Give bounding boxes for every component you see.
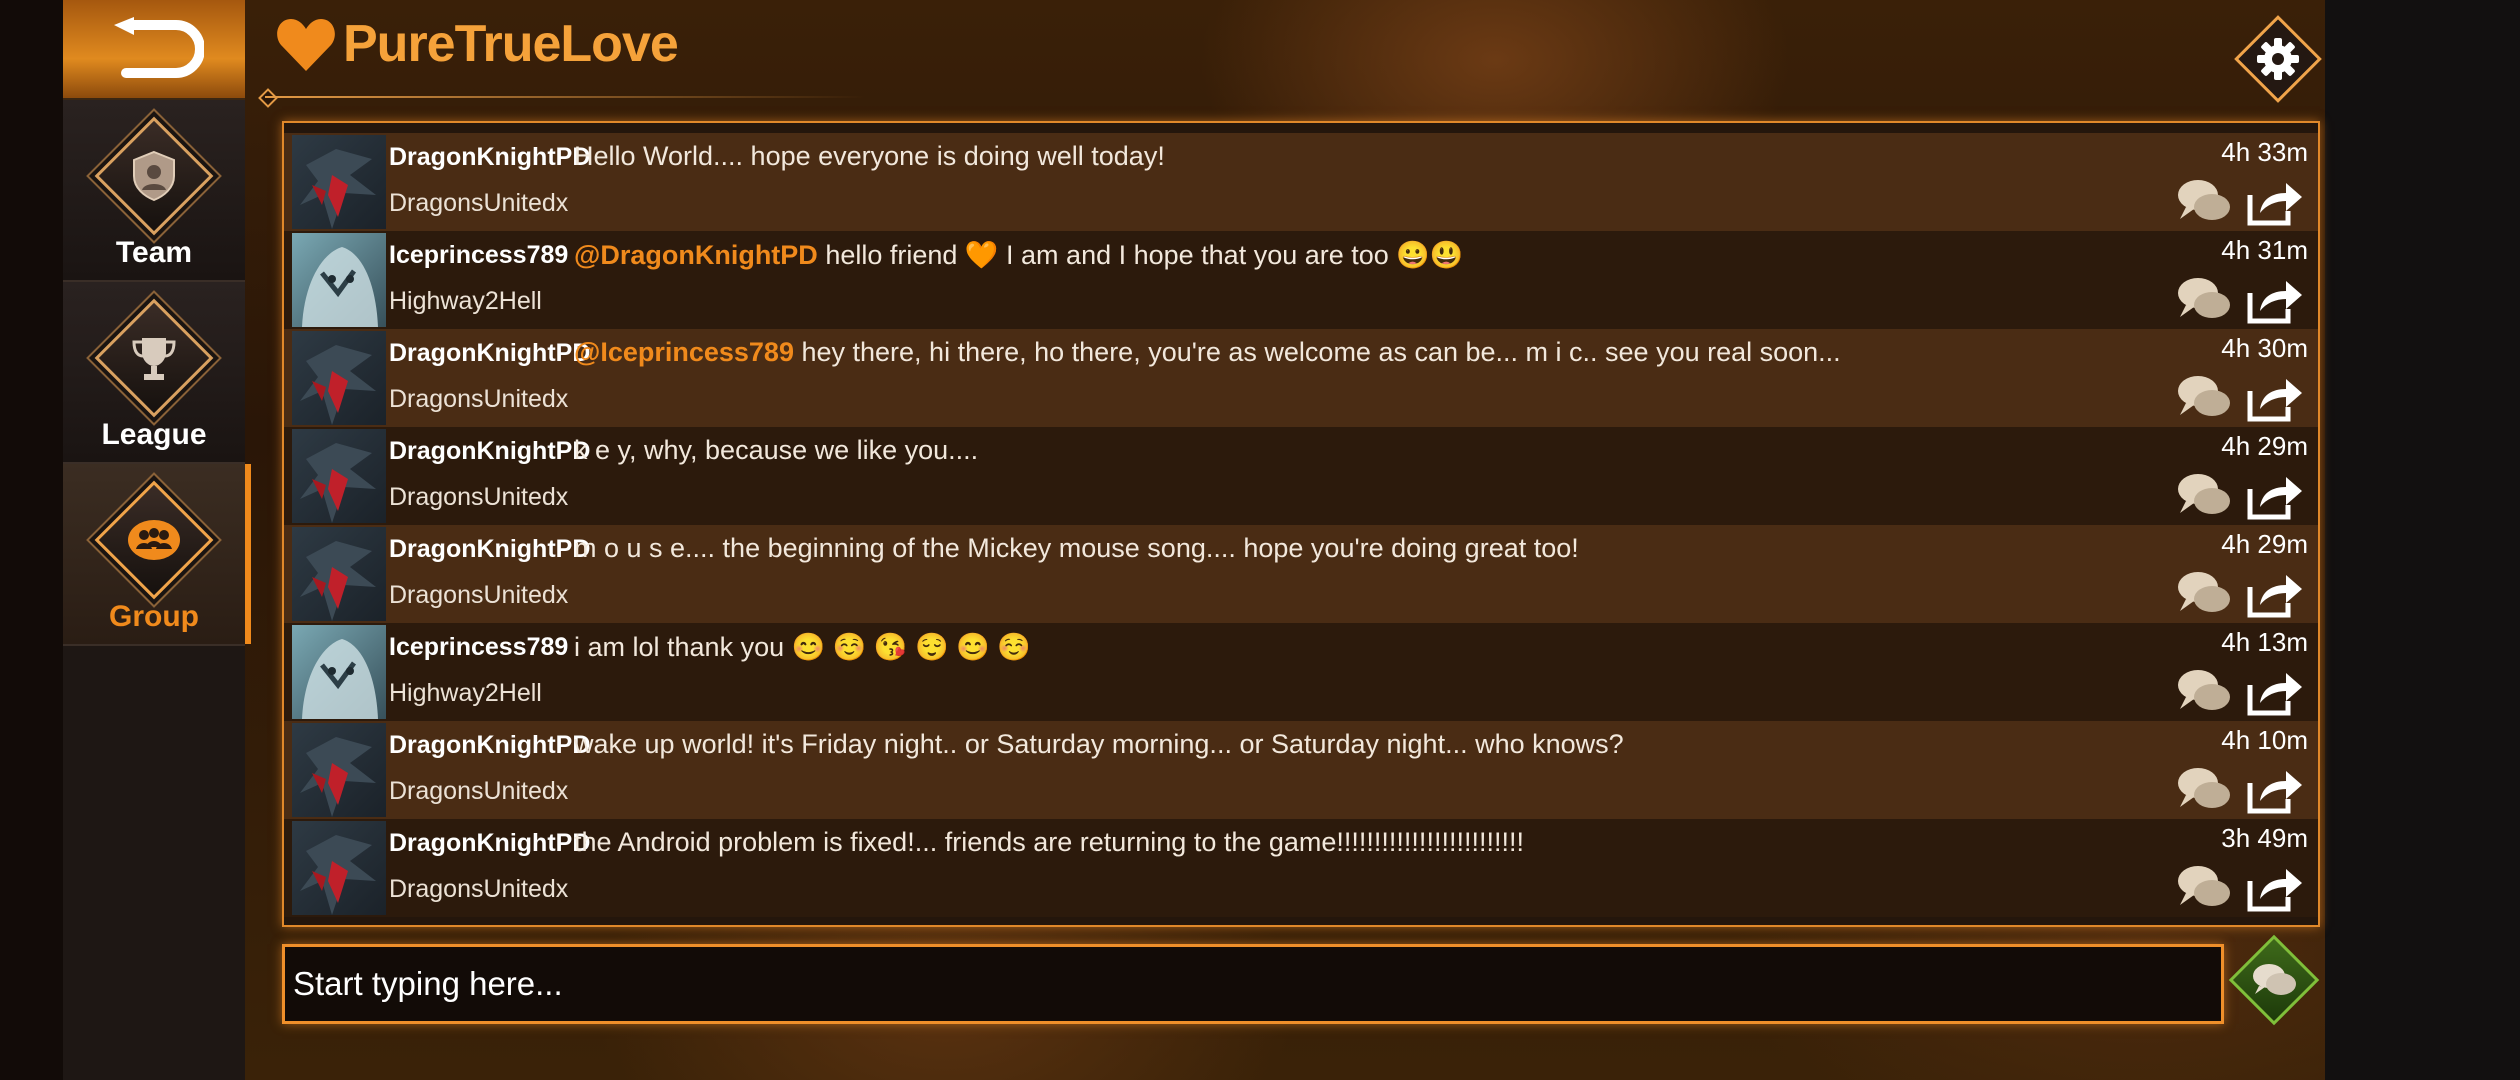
message-text: wake up world! it's Friday night.. or Sa… bbox=[574, 729, 1624, 760]
avatar[interactable] bbox=[292, 233, 386, 327]
message-timestamp: 4h 29m bbox=[2221, 431, 2308, 461]
nav-item-league[interactable]: League bbox=[63, 282, 245, 464]
share-icon[interactable] bbox=[2244, 177, 2304, 227]
message-username[interactable]: DragonKnightPD bbox=[389, 437, 590, 466]
heart-icon bbox=[277, 19, 335, 71]
group-people-icon bbox=[128, 520, 180, 560]
message-body: the Android problem is fixed!... friends… bbox=[574, 827, 1524, 857]
back-button[interactable] bbox=[63, 0, 245, 100]
message-timestamp: 3h 49m bbox=[2221, 823, 2308, 853]
message-body: m o u s e.... the beginning of the Micke… bbox=[574, 533, 1579, 563]
avatar[interactable] bbox=[292, 429, 386, 523]
message-text: @DragonKnightPD hello friend 🧡 I am and … bbox=[574, 239, 1464, 271]
message-body: Hello World.... hope everyone is doing w… bbox=[574, 141, 1165, 171]
share-icon[interactable] bbox=[2244, 667, 2304, 717]
message-timestamp: 4h 29m bbox=[2221, 529, 2308, 559]
reply-chat-icon[interactable] bbox=[2174, 273, 2234, 325]
back-arrow-icon bbox=[114, 17, 204, 78]
reply-chat-icon[interactable] bbox=[2174, 763, 2234, 815]
message-input[interactable] bbox=[285, 947, 2221, 1021]
chat-message-list[interactable]: DragonKnightPD DragonsUnitedx Hello World.… bbox=[282, 121, 2320, 927]
message-guild: Highway2Hell bbox=[389, 287, 542, 315]
message-input-box[interactable] bbox=[282, 944, 2224, 1024]
avatar[interactable] bbox=[292, 625, 386, 719]
message-text: Hello World.... hope everyone is doing w… bbox=[574, 141, 1165, 172]
message-body: i am lol thank you 😊 ☺️ 😘 😌 😊 ☺️ bbox=[574, 632, 1031, 662]
nav-item-team[interactable]: Team bbox=[63, 100, 245, 282]
chat-message-row[interactable]: DragonKnightPD DragonsUnitedx m o u s e...… bbox=[284, 525, 2318, 623]
share-icon[interactable] bbox=[2244, 863, 2304, 913]
message-timestamp: 4h 13m bbox=[2221, 627, 2308, 657]
avatar[interactable] bbox=[292, 331, 386, 425]
share-icon[interactable] bbox=[2244, 471, 2304, 521]
message-username[interactable]: DragonKnightPD bbox=[389, 143, 590, 172]
chat-message-row[interactable]: Iceprincess789 Highway2Hell i am lol thank… bbox=[284, 623, 2318, 721]
message-body: hey there, hi there, ho there, you're as… bbox=[801, 337, 1841, 367]
message-username[interactable]: DragonKnightPD bbox=[389, 829, 590, 858]
right-margin bbox=[2325, 0, 2520, 1080]
message-text: m o u s e.... the beginning of the Micke… bbox=[574, 533, 1579, 564]
nav-item-group[interactable]: Group bbox=[63, 464, 251, 646]
share-icon[interactable] bbox=[2244, 765, 2304, 815]
send-button[interactable] bbox=[2228, 934, 2320, 1026]
avatar[interactable] bbox=[292, 527, 386, 621]
message-text: @Iceprincess789 hey there, hi there, ho … bbox=[574, 337, 1841, 368]
reply-chat-icon[interactable] bbox=[2174, 371, 2234, 423]
message-body: wake up world! it's Friday night.. or Sa… bbox=[574, 729, 1624, 759]
chat-bubbles-icon bbox=[2253, 964, 2296, 995]
message-username[interactable]: Iceprincess789 bbox=[389, 241, 568, 270]
share-icon[interactable] bbox=[2244, 275, 2304, 325]
message-guild: Highway2Hell bbox=[389, 679, 542, 707]
message-body: hello friend 🧡 I am and I hope that you … bbox=[825, 240, 1464, 270]
reply-chat-icon[interactable] bbox=[2174, 469, 2234, 521]
message-text: the Android problem is fixed!... friends… bbox=[574, 827, 1524, 858]
chat-message-row[interactable]: DragonKnightPD DragonsUnitedx k e y, why, … bbox=[284, 427, 2318, 525]
message-guild: DragonsUnitedx bbox=[389, 385, 569, 413]
app-title: PureTrueLove bbox=[343, 15, 679, 73]
trophy-icon bbox=[132, 338, 176, 380]
avatar[interactable] bbox=[292, 723, 386, 817]
message-timestamp: 4h 10m bbox=[2221, 725, 2308, 755]
message-guild: DragonsUnitedx bbox=[389, 483, 569, 511]
message-timestamp: 4h 33m bbox=[2221, 137, 2308, 167]
message-text: k e y, why, because we like you.... bbox=[574, 435, 978, 466]
chat-message-row[interactable]: DragonKnightPD DragonsUnitedx @Iceprincess… bbox=[284, 329, 2318, 427]
message-guild: DragonsUnitedx bbox=[389, 777, 569, 805]
chat-message-row[interactable]: DragonKnightPD DragonsUnitedx wake up worl… bbox=[284, 721, 2318, 819]
nav-label-team: Team bbox=[115, 236, 193, 269]
message-guild: DragonsUnitedx bbox=[389, 189, 569, 217]
message-username[interactable]: DragonKnightPD bbox=[389, 535, 590, 564]
chat-message-row[interactable]: DragonKnightPD DragonsUnitedx the Android … bbox=[284, 819, 2318, 917]
reply-chat-icon[interactable] bbox=[2174, 665, 2234, 717]
message-username[interactable]: DragonKnightPD bbox=[389, 731, 590, 760]
message-username[interactable]: DragonKnightPD bbox=[389, 339, 590, 368]
message-body: k e y, why, because we like you.... bbox=[574, 435, 979, 465]
chat-message-row[interactable]: DragonKnightPD DragonsUnitedx Hello World.… bbox=[284, 133, 2318, 231]
avatar[interactable] bbox=[292, 135, 386, 229]
nav-label-group: Group bbox=[109, 600, 199, 633]
reply-chat-icon[interactable] bbox=[2174, 175, 2234, 227]
nav-label-league: League bbox=[101, 418, 207, 451]
app-logo: PureTrueLove bbox=[275, 14, 679, 74]
settings-button[interactable] bbox=[2234, 15, 2322, 103]
message-mention[interactable]: @DragonKnightPD bbox=[574, 240, 818, 270]
gear-icon bbox=[2257, 38, 2299, 80]
message-guild: DragonsUnitedx bbox=[389, 875, 569, 903]
reply-chat-icon[interactable] bbox=[2174, 861, 2234, 913]
reply-chat-icon[interactable] bbox=[2174, 567, 2234, 619]
chat-message-row[interactable]: Iceprincess789 Highway2Hell @DragonKnightP… bbox=[284, 231, 2318, 329]
team-shield-icon bbox=[133, 150, 175, 202]
message-timestamp: 4h 31m bbox=[2221, 235, 2308, 265]
message-guild: DragonsUnitedx bbox=[389, 581, 569, 609]
message-username[interactable]: Iceprincess789 bbox=[389, 633, 568, 662]
message-mention[interactable]: @Iceprincess789 bbox=[574, 337, 794, 367]
avatar[interactable] bbox=[292, 821, 386, 915]
header: PureTrueLove bbox=[245, 0, 2325, 118]
message-timestamp: 4h 30m bbox=[2221, 333, 2308, 363]
message-text: i am lol thank you 😊 ☺️ 😘 😌 😊 ☺️ bbox=[574, 631, 1031, 663]
header-divider bbox=[265, 96, 865, 98]
share-icon[interactable] bbox=[2244, 373, 2304, 423]
share-icon[interactable] bbox=[2244, 569, 2304, 619]
